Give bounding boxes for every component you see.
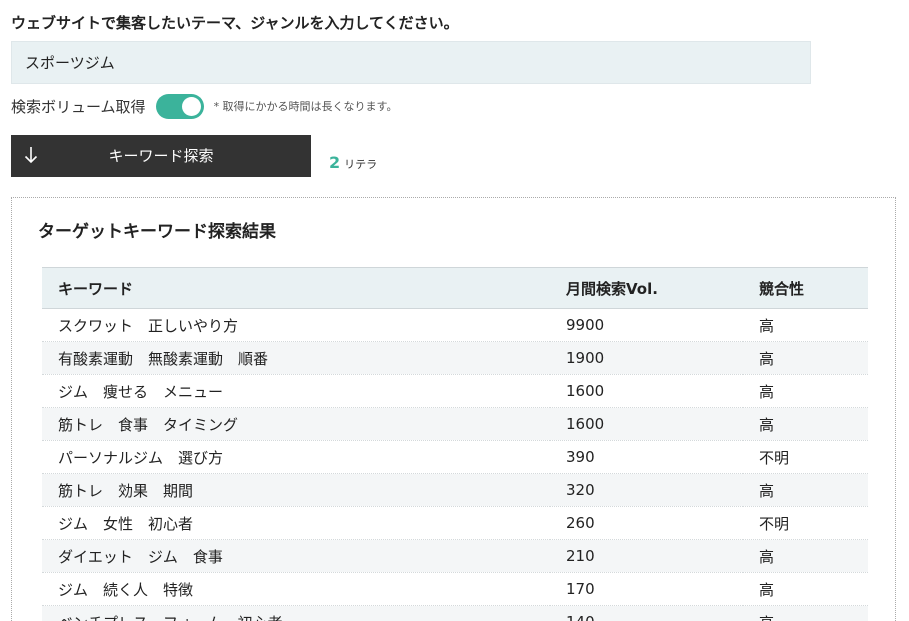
volume-option-row: 検索ボリューム取得 * 取得にかかる時間は長くなります。 (11, 93, 397, 119)
competition-cell: 高 (743, 605, 868, 621)
competition-cell: 高 (743, 572, 868, 606)
results-panel: ターゲットキーワード探索結果 キーワード 月間検索Vol. 競合性 スクワット … (11, 197, 896, 621)
theme-prompt-label: ウェブサイトで集客したいテーマ、ジャンルを入力してください。 (11, 14, 459, 32)
table-row[interactable]: ジム 痩せる メニュー 1600 高 (42, 374, 868, 408)
table-row[interactable]: スクワット 正しいやり方 9900 高 (42, 308, 868, 342)
theme-input[interactable] (11, 41, 811, 84)
competition-cell: 高 (743, 539, 868, 573)
volume-cell: 1900 (550, 341, 743, 375)
column-header-competition: 競合性 (743, 267, 868, 309)
keyword-search-button-label: キーワード探索 (108, 147, 214, 165)
volume-note: * 取得にかかる時間は長くなります。 (213, 100, 398, 113)
table-row[interactable]: 有酸素運動 無酸素運動 順番 1900 高 (42, 341, 868, 375)
table-row[interactable]: パーソナルジム 選び方 390 不明 (42, 440, 868, 474)
keyword-cell: パーソナルジム 選び方 (42, 440, 550, 474)
table-row[interactable]: ダイエット ジム 食事 210 高 (42, 539, 868, 573)
keyword-cell: ジム 続く人 特徴 (42, 572, 550, 606)
keyword-cell: 筋トレ 効果 期間 (42, 473, 550, 507)
column-header-keyword: キーワード (42, 267, 550, 309)
keyword-cell: 筋トレ 食事 タイミング (42, 407, 550, 441)
keyword-search-button[interactable]: キーワード探索 (11, 135, 311, 177)
volume-cell: 320 (550, 473, 743, 507)
volume-cell: 9900 (550, 308, 743, 342)
volume-cell: 390 (550, 440, 743, 474)
table-row[interactable]: ジム 続く人 特徴 170 高 (42, 572, 868, 606)
volume-cell: 1600 (550, 374, 743, 408)
keyword-cell: ベンチプレス フォーム 初心者 (42, 605, 550, 621)
competition-cell: 高 (743, 341, 868, 375)
volume-toggle[interactable] (155, 93, 204, 119)
volume-cell: 210 (550, 539, 743, 573)
competition-cell: 高 (743, 308, 868, 342)
keyword-cell: 有酸素運動 無酸素運動 順番 (42, 341, 550, 375)
competition-cell: 不明 (743, 440, 868, 474)
keyword-cell: ジム 痩せる メニュー (42, 374, 550, 408)
competition-cell: 高 (743, 473, 868, 507)
keyword-cell: ダイエット ジム 食事 (42, 539, 550, 573)
volume-cell: 170 (550, 572, 743, 606)
keyword-tool-page: ウェブサイトで集客したいテーマ、ジャンルを入力してください。 検索ボリューム取得… (0, 0, 909, 621)
column-header-volume: 月間検索Vol. (550, 267, 743, 309)
table-row[interactable]: 筋トレ 食事 タイミング 1600 高 (42, 407, 868, 441)
table-row[interactable]: 筋トレ 効果 期間 320 高 (42, 473, 868, 507)
keyword-cell: スクワット 正しいやり方 (42, 308, 550, 342)
keyword-cell: ジム 女性 初心者 (42, 506, 550, 540)
volume-cell: 1600 (550, 407, 743, 441)
table-row[interactable]: ジム 女性 初心者 260 不明 (42, 506, 868, 540)
competition-cell: 不明 (743, 506, 868, 540)
table-row[interactable]: ベンチプレス フォーム 初心者 140 高 (42, 605, 868, 621)
table-header-row: キーワード 月間検索Vol. 競合性 (42, 267, 868, 309)
results-table: キーワード 月間検索Vol. 競合性 スクワット 正しいやり方 9900 高 有… (42, 267, 868, 621)
credits-indicator: 2 リテラ (329, 153, 377, 172)
volume-cell: 260 (550, 506, 743, 540)
volume-cell: 140 (550, 605, 743, 621)
volume-toggle-label: 検索ボリューム取得 (11, 97, 146, 116)
credits-count: 2 (329, 153, 341, 172)
competition-cell: 高 (743, 374, 868, 408)
competition-cell: 高 (743, 407, 868, 441)
toggle-knob (181, 96, 201, 116)
credits-unit: リテラ (344, 158, 378, 171)
results-title: ターゲットキーワード探索結果 (38, 222, 276, 242)
